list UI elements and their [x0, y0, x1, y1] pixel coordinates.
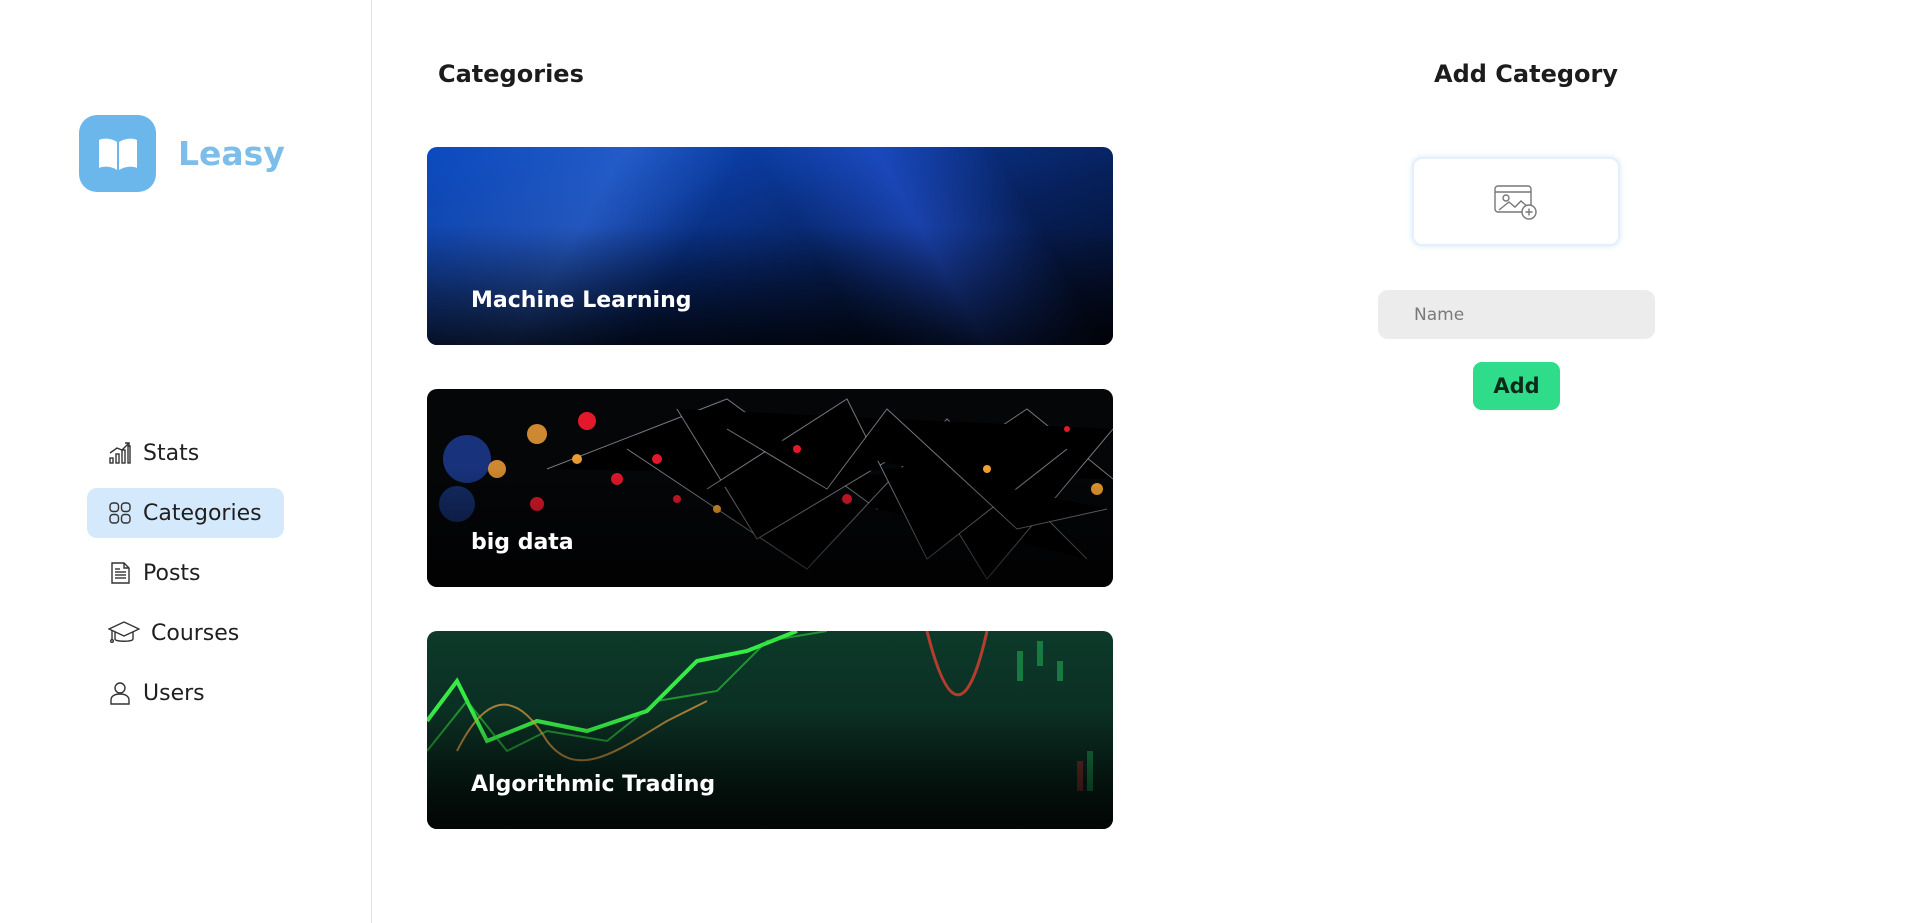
card-shade — [427, 710, 1113, 829]
category-name: Machine Learning — [471, 288, 692, 313]
add-image-icon — [1493, 180, 1539, 224]
sidebar-item-label: Stats — [143, 440, 200, 466]
category-card-machine-learning[interactable]: Machine Learning — [427, 147, 1113, 345]
brand-logo[interactable]: Leasy — [79, 115, 285, 192]
sidebar-item-label: Courses — [151, 620, 240, 646]
category-card-big-data[interactable]: big data — [427, 389, 1113, 587]
category-card-algorithmic-trading[interactable]: Algorithmic Trading — [427, 631, 1113, 829]
sidebar-item-stats[interactable]: Stats — [87, 428, 284, 478]
sidebar-item-label: Users — [143, 680, 205, 706]
category-name: big data — [471, 530, 574, 555]
sidebar-item-categories[interactable]: Categories — [87, 488, 284, 538]
graduation-cap-icon — [107, 620, 141, 646]
sidebar-item-label: Categories — [143, 500, 262, 526]
sidebar-nav: Stats Categories Posts Courses Users — [87, 428, 284, 728]
brand-name: Leasy — [178, 134, 285, 173]
grid-icon — [107, 500, 133, 526]
card-shade — [427, 226, 1113, 345]
sidebar-item-label: Posts — [143, 560, 201, 586]
page-title: Categories — [438, 60, 584, 88]
book-icon — [79, 115, 156, 192]
image-upload-button[interactable] — [1412, 157, 1620, 246]
sidebar: Leasy Stats Categories Posts Courses Use… — [0, 0, 372, 923]
sidebar-item-courses[interactable]: Courses — [87, 608, 284, 658]
stats-icon — [107, 440, 133, 466]
sidebar-item-users[interactable]: Users — [87, 668, 284, 718]
category-name-input[interactable] — [1378, 290, 1655, 339]
card-shade — [427, 468, 1113, 587]
category-list: Machine Learning big data Algorithmic Tr… — [427, 147, 1113, 873]
document-icon — [107, 560, 133, 586]
sidebar-item-posts[interactable]: Posts — [87, 548, 284, 598]
user-icon — [107, 680, 133, 706]
add-button[interactable]: Add — [1473, 362, 1560, 410]
category-name: Algorithmic Trading — [471, 772, 716, 797]
add-category-title: Add Category — [1434, 60, 1618, 88]
